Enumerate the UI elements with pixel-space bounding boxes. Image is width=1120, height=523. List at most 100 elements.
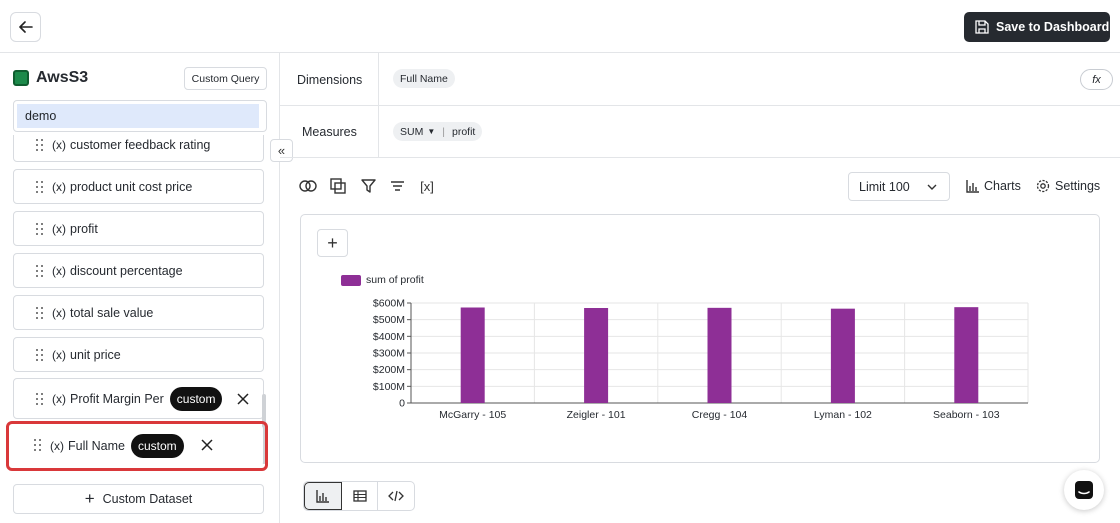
code-view-tab[interactable] [378,482,414,510]
drag-handle-icon[interactable] [36,139,44,151]
function-icon: fx [1092,73,1101,86]
variable-icon: (x) [52,263,66,278]
copy-icon[interactable] [329,177,347,195]
settings-button[interactable]: Settings [1036,179,1100,193]
divider [280,105,1120,106]
variables-icon[interactable]: [x] [416,177,438,195]
save-icon [975,20,989,34]
y-tick-label: $200M [373,364,405,376]
field-item[interactable]: (x) Profit Margin Per custom [13,378,264,419]
x-tick-label: Zeigler - 101 [567,409,626,421]
save-to-dashboard-button[interactable]: Save to Dashboard [964,12,1110,42]
drag-handle-icon[interactable] [36,223,44,235]
settings-label: Settings [1055,179,1101,193]
sidebar: AwsS3 Custom Query (x) customer feedback… [0,53,280,523]
plus-icon: + [327,232,338,253]
variable-icon: (x) [52,347,66,362]
drag-handle-icon[interactable] [36,181,44,193]
x-tick-label: McGarry - 105 [439,409,506,421]
sort-icon[interactable] [388,177,406,195]
bar [954,307,979,403]
chart-view-tab[interactable] [304,482,342,510]
charts-label: Charts [984,179,1021,193]
back-button[interactable] [10,12,41,42]
field-item[interactable]: (x) total sale value [13,295,264,330]
x-tick-label: Lyman - 102 [814,409,872,421]
chat-icon [1075,481,1093,499]
caret-down-icon: ▼ [427,127,436,136]
table-view-tab[interactable] [342,482,379,510]
search-input[interactable] [17,104,259,128]
variable-icon: (x) [52,221,66,236]
legend-swatch [341,274,361,286]
divider [280,157,1120,158]
custom-query-button[interactable]: Custom Query [184,67,267,90]
drag-handle-icon[interactable] [36,265,44,277]
charts-button[interactable]: Charts [966,179,1021,193]
variable-icon: (x) [52,391,66,406]
datasource-name: AwsS3 [36,69,89,86]
variable-icon: (x) [50,438,64,453]
drag-handle-icon[interactable] [36,349,44,361]
add-button[interactable]: + [317,229,348,257]
custom-dataset-button[interactable]: + Custom Dataset [13,484,264,514]
bar [830,308,855,403]
field-item[interactable]: (x) unit price [13,337,264,372]
datasource-icon [13,70,29,86]
table-icon [352,490,367,502]
code-icon [388,490,405,502]
aggregation-select[interactable]: SUM [400,126,423,138]
drag-handle-icon[interactable] [34,439,42,451]
field-item-full-name[interactable]: (x) Full Name custom [12,425,263,466]
chart-legend[interactable]: sum of profit [341,274,424,286]
bar [584,308,609,403]
bar-chart: $600M $500M $400M $300M $200M $100M 0 McGarry -… [373,298,1029,421]
measure-field: profit [452,125,476,138]
legend-label: sum of profit [366,274,424,286]
y-tick-label: $500M [373,314,405,326]
top-bar: Save to Dashboard [0,0,1120,53]
join-icon[interactable] [299,177,317,195]
arrow-left-icon [18,21,33,33]
field-label: customer feedback rating [70,137,211,152]
field-label: discount percentage [70,263,183,278]
separator: | [442,125,445,138]
drag-handle-icon[interactable] [36,307,44,319]
field-label: unit price [70,347,121,362]
dimensions-label: Dimensions [297,73,363,87]
limit-select[interactable]: Limit 100 [848,172,950,201]
collapse-sidebar-button[interactable]: « [270,139,293,162]
bar-chart-icon [316,489,329,503]
dimension-pill[interactable]: Full Name [393,69,455,88]
chat-support-button[interactable] [1064,470,1104,510]
plus-icon: + [84,489,95,508]
y-tick-label: $300M [373,348,405,360]
custom-badge: custom [169,386,223,411]
field-label: total sale value [70,305,154,320]
close-icon[interactable] [201,439,213,451]
field-label: product unit cost price [70,179,193,194]
view-toggle [303,481,415,511]
measures-label: Measures [302,125,357,139]
bar [460,307,485,403]
field-label: profit [70,221,98,236]
gear-icon [1036,179,1050,193]
custom-badge: custom [130,433,184,458]
field-item[interactable]: (x) customer feedback rating [13,135,264,162]
variable-icon: (x) [52,305,66,320]
close-icon[interactable] [237,393,249,405]
field-label: Full Name [68,438,125,453]
field-label: Profit Margin Per [70,391,164,406]
drag-handle-icon[interactable] [36,393,44,405]
custom-dataset-label: Custom Dataset [102,492,193,506]
y-tick-label: 0 [399,398,405,410]
measure-pill[interactable]: SUM ▼ | profit [393,122,483,141]
formula-button[interactable]: fx [1080,69,1113,90]
filter-icon[interactable] [359,177,377,195]
variable-icon: (x) [52,179,66,194]
chevron-down-icon [927,184,937,190]
field-item[interactable]: (x) product unit cost price [13,169,264,204]
field-item[interactable]: (x) discount percentage [13,253,264,288]
field-item[interactable]: (x) profit [13,211,264,246]
bar-chart-icon [966,179,979,193]
